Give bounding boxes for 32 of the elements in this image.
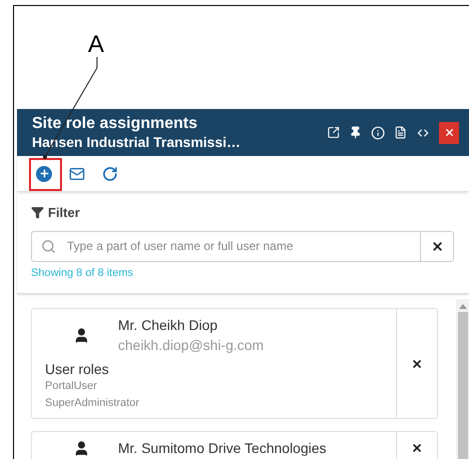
remove-icon: [411, 358, 423, 370]
info-icon[interactable]: [371, 126, 385, 140]
panel-title: Site role assignments: [32, 114, 198, 134]
clear-icon: [430, 240, 444, 252]
refresh-icon[interactable]: [102, 166, 118, 182]
user-icon: [73, 440, 90, 456]
close-button[interactable]: [439, 122, 459, 144]
scrollbar[interactable]: [456, 299, 469, 459]
panel-subtitle: Hansen Industrial Transmissi…: [32, 134, 242, 152]
user-email: cheikh.diop@shi-g.com: [118, 336, 264, 355]
remove-icon: [411, 442, 423, 454]
add-button[interactable]: [36, 166, 52, 182]
search-icon: [41, 238, 56, 254]
filter-icon: [31, 206, 44, 220]
roles-heading: User roles: [45, 360, 110, 378]
user-name: Mr. Cheikh Diop: [118, 316, 219, 335]
popout-icon[interactable]: [327, 126, 340, 139]
close-icon: [444, 127, 454, 138]
mail-icon[interactable]: [69, 166, 85, 182]
role-name: PortalUser: [45, 379, 98, 394]
filter-label: Filter: [48, 204, 80, 222]
callout-highlight: [29, 158, 62, 191]
pin-icon[interactable]: [349, 126, 362, 139]
clear-button[interactable]: [421, 230, 454, 262]
role-name: SuperAdministrator: [45, 396, 140, 411]
search-field[interactable]: Type a part of user name or full user name: [31, 230, 421, 262]
scrollbar-thumb[interactable]: [458, 312, 468, 459]
result-count: Showing 8 of 8 items: [31, 266, 134, 280]
user-icon: [73, 326, 90, 344]
callout-label: A: [88, 30, 104, 60]
user-name: Mr. Sumitomo Drive Technologies: [118, 439, 326, 458]
plus-icon: [38, 168, 50, 179]
